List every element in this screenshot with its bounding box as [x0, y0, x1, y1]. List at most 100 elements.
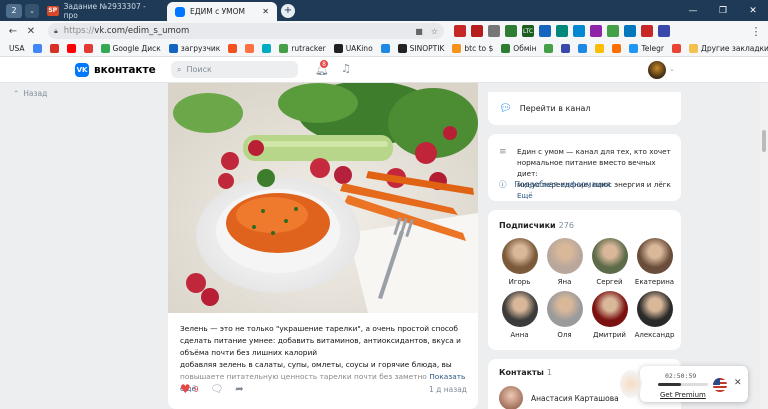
- bookmark-item[interactable]: [561, 44, 571, 53]
- bookmark-item[interactable]: Обмін: [501, 44, 536, 53]
- extension-icon[interactable]: [590, 25, 603, 37]
- vk-search-input[interactable]: ⌕ Поиск: [171, 61, 298, 78]
- tab-zadanie[interactable]: SP Задание №2933307 - про: [39, 0, 167, 21]
- subscribers-header[interactable]: Подписчики 276: [499, 221, 574, 230]
- bookmark-item[interactable]: [66, 44, 76, 53]
- bookmark-favicon-icon: [32, 44, 42, 53]
- bookmark-item[interactable]: [380, 44, 390, 53]
- subscriber-item[interactable]: Оля: [542, 291, 587, 339]
- like-button[interactable]: ♥ 9: [180, 382, 199, 396]
- bookmark-label: SINOPTIK: [409, 44, 445, 53]
- subscriber-item[interactable]: Анна: [497, 291, 542, 339]
- contact-item[interactable]: Анастасия Карташова: [499, 386, 619, 409]
- close-icon[interactable]: ✕: [734, 378, 742, 388]
- extension-icon[interactable]: [556, 25, 569, 37]
- extension-icon[interactable]: LTC: [522, 25, 535, 37]
- subscriber-item[interactable]: Сергей: [587, 238, 632, 286]
- extension-icon[interactable]: [624, 25, 637, 37]
- post-photo[interactable]: [168, 83, 478, 313]
- extension-icon[interactable]: [505, 25, 517, 37]
- bookmark-item[interactable]: [578, 44, 588, 53]
- player-progress[interactable]: [658, 383, 708, 386]
- close-window-button[interactable]: ✕: [738, 6, 768, 16]
- get-premium-link[interactable]: Get Premium: [660, 391, 706, 399]
- extension-icon[interactable]: [454, 25, 466, 37]
- bookmark-item[interactable]: Google Диск: [100, 44, 161, 53]
- tab-close-icon[interactable]: ✕: [262, 7, 269, 16]
- bookmark-item[interactable]: [612, 44, 622, 53]
- detailed-info-link[interactable]: ⓘ Подробная информация: [499, 179, 611, 190]
- bookmark-item[interactable]: [228, 44, 238, 53]
- bookmark-star-icon[interactable]: ■: [415, 27, 423, 36]
- bookmark-item[interactable]: UAKino: [333, 44, 373, 53]
- bookmark-item[interactable]: btc to $: [452, 44, 493, 53]
- vk-logo[interactable]: VK вконтакте: [75, 63, 156, 77]
- back-arrow-icon[interactable]: ←: [4, 26, 22, 37]
- bookmark-label: загрузчик: [180, 44, 221, 53]
- star-icon[interactable]: ☆: [431, 27, 438, 36]
- stop-loading-icon[interactable]: ✕: [22, 26, 40, 37]
- go-to-channel-button[interactable]: 💬︎ Перейти в канал: [488, 92, 681, 125]
- bookmark-favicon-icon: [595, 44, 605, 53]
- subscriber-name: Анна: [510, 331, 529, 339]
- minimize-button[interactable]: —: [678, 6, 708, 16]
- extension-icon[interactable]: [641, 25, 654, 37]
- description-line: нормальное питание вместо вечных диет:: [517, 158, 656, 178]
- extension-icon[interactable]: [573, 25, 586, 37]
- post-time[interactable]: 1 д назад: [429, 385, 467, 394]
- other-bookmarks-folder[interactable]: Другие закладки: [688, 44, 768, 53]
- subscriber-item[interactable]: Яна: [542, 238, 587, 286]
- extension-icon[interactable]: [607, 25, 620, 37]
- extension-icon[interactable]: [658, 25, 671, 37]
- subscriber-item[interactable]: Дмитрий: [587, 291, 632, 339]
- share-icon[interactable]: ➦: [235, 384, 243, 395]
- bookmark-item[interactable]: [83, 44, 93, 53]
- bookmark-item[interactable]: загрузчик: [168, 44, 221, 53]
- back-link[interactable]: ⌃ Назад: [13, 89, 47, 98]
- bookmark-item[interactable]: rutracker: [279, 44, 326, 53]
- post-text-line: сделать питание умнее: добавить витамино…: [180, 336, 461, 345]
- bookmark-favicon-icon: [671, 44, 681, 53]
- browser-menu-icon[interactable]: ⋮: [750, 25, 762, 38]
- bookmark-item[interactable]: [595, 44, 605, 53]
- more-link[interactable]: Ещё: [517, 191, 533, 200]
- music-icon[interactable]: ♫: [341, 62, 351, 75]
- bookmark-favicon-icon: [245, 44, 255, 53]
- new-tab-button[interactable]: +: [281, 3, 295, 18]
- bookmark-item[interactable]: SINOPTIK: [397, 44, 445, 53]
- subscriber-item[interactable]: Игорь: [497, 238, 542, 286]
- extension-icon[interactable]: [539, 25, 552, 37]
- bookmark-item[interactable]: [544, 44, 554, 53]
- bookmark-item[interactable]: Telegr: [629, 44, 664, 53]
- post-card: Зелень — это не только "украшение тарелк…: [168, 83, 478, 409]
- other-bookmarks-label: Другие закладки: [700, 44, 768, 53]
- extension-icon[interactable]: [471, 25, 483, 37]
- subscriber-avatar: [546, 238, 583, 274]
- maximize-button[interactable]: ❐: [708, 6, 738, 16]
- scrollbar-thumb[interactable]: [762, 130, 766, 152]
- user-avatar[interactable]: [648, 61, 666, 79]
- post-actions: ♥ 9 🗨︎ ➦: [180, 382, 244, 396]
- bookmark-item[interactable]: [245, 44, 255, 53]
- tab-list-chevron-icon[interactable]: ⌄: [25, 3, 39, 18]
- page-scrollbar[interactable]: [760, 83, 768, 409]
- comment-icon[interactable]: 🗨︎: [211, 384, 224, 395]
- window-controls: — ❐ ✕: [678, 6, 768, 16]
- audio-player-widget: 02:50:59 Get Premium ✕: [620, 366, 748, 402]
- bookmark-item[interactable]: [49, 44, 59, 53]
- bookmark-item[interactable]: [32, 44, 42, 53]
- url-field[interactable]: 🔒︎ https:// vk.com/edim_s_umom ■ ☆: [48, 23, 444, 39]
- tab-edim-s-umom[interactable]: ЕДИМ с УМОМ ✕: [167, 2, 277, 21]
- subscriber-item[interactable]: Александр: [632, 291, 677, 339]
- us-flag-icon[interactable]: [713, 378, 727, 392]
- chevron-down-icon[interactable]: ⌄: [669, 65, 675, 73]
- contacts-header[interactable]: Контакты 1: [499, 368, 552, 377]
- bookmark-item[interactable]: [262, 44, 272, 53]
- subscriber-item[interactable]: Екатерина: [632, 238, 677, 286]
- info-icon: ⓘ: [499, 180, 507, 189]
- post-text-truncated: повышаете питательную ценность тарелки п…: [180, 372, 427, 381]
- extension-icon[interactable]: [488, 25, 500, 37]
- tab-counter[interactable]: 2: [6, 3, 22, 18]
- bookmark-item[interactable]: [671, 44, 681, 53]
- bookmark-item[interactable]: USA: [9, 44, 25, 53]
